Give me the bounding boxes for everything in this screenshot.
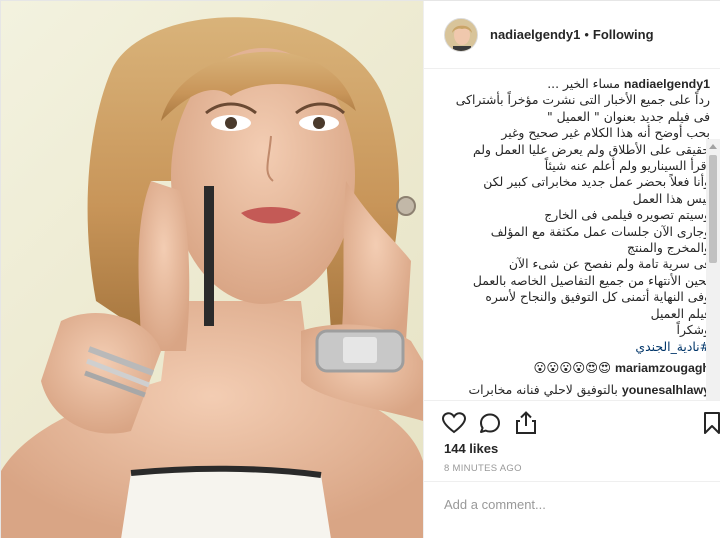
header-separator: •	[584, 27, 589, 42]
post-header: nadiaelgendy1 • Following	[424, 1, 720, 69]
caption-line: بحب أوضح أنه هذا الكلام غير صحيح وغير	[501, 125, 710, 141]
save-button[interactable]	[698, 409, 720, 437]
caption-line: والمخرج والمنتج	[627, 240, 710, 256]
comment-item: mariamzougagh 😍😍😮😮😮😮	[434, 359, 710, 377]
caption-line: وشكراً	[676, 322, 711, 338]
scrollbar-thumb[interactable]	[709, 155, 717, 263]
scroll-up-arrow-icon[interactable]	[709, 144, 717, 149]
avatar-image	[445, 18, 477, 51]
heart-icon	[442, 412, 466, 434]
comment-text: 😍😍😮😮😮😮	[533, 359, 612, 375]
add-comment-input[interactable]	[444, 494, 704, 514]
comment-username[interactable]: younesalhlawy	[622, 383, 710, 397]
post-photo[interactable]	[1, 1, 423, 538]
share-button[interactable]	[512, 409, 540, 437]
caption-line: وفى النهاية أتمنى كل التوفيق والنجاح لأس…	[485, 289, 710, 305]
caption-line: لحين الأنتهاء من جميع التفاصيل الخاصه با…	[472, 272, 710, 288]
caption-line: وأنا فعلاً بحضر عمل جديد مخابراتى كبير ل…	[483, 174, 710, 190]
header-username[interactable]: nadiaelgendy1	[490, 27, 580, 42]
following-button[interactable]: Following	[593, 27, 654, 42]
caption-line: فيلم العميل	[650, 305, 710, 321]
caption-line: فى سرية تامة ولم نفصح عن شىء الآن	[508, 256, 710, 272]
caption-line: فى فيلم جديد بعنوان " العميل "	[547, 108, 710, 124]
share-icon	[516, 411, 536, 434]
portrait-image	[1, 17, 423, 538]
comment-icon	[480, 413, 500, 433]
caption-username[interactable]: nadiaelgendy1	[624, 77, 710, 91]
caption-line: وجارى الآن جلسات عمل مكثفة مع المؤلف	[490, 223, 710, 239]
caption-line: حقيقى على الأطلاق ولم يعرض عليا العمل ول…	[472, 141, 710, 157]
caption-line: وسيتم تصويره فيلمى فى الخارج	[544, 207, 710, 223]
post-timestamp[interactable]: 8 MINUTES AGO	[444, 463, 522, 474]
like-button[interactable]	[440, 409, 468, 437]
instagram-post-window: nadiaelgendy1 • Following nadiaelgendy1 …	[0, 0, 720, 538]
bookmark-icon	[704, 412, 720, 434]
comment-username[interactable]: mariamzougagh	[615, 361, 710, 375]
comments-section: nadiaelgendy1 مساء الخير ... رداً على جم…	[424, 70, 720, 400]
add-comment-bar	[424, 481, 720, 538]
comment-item: younesalhlawy بالتوفيق لاحلي فنانه مخابر…	[434, 381, 710, 399]
comment-button[interactable]	[476, 409, 504, 437]
caption-line: أقرأ السيناريو ولم أعلم عنه شيئاً	[544, 158, 710, 174]
action-icons-row	[440, 409, 720, 437]
post-details-pane: nadiaelgendy1 • Following nadiaelgendy1 …	[423, 1, 720, 538]
likes-count[interactable]: 144 likes	[444, 441, 498, 456]
caption-first-line: nadiaelgendy1 مساء الخير ...	[434, 76, 710, 92]
caption-line: ليس هذا العمل	[632, 190, 710, 206]
comment-text: بالتوفيق لاحلي فنانه مخابرات	[468, 381, 618, 397]
avatar[interactable]	[444, 17, 478, 52]
comments-list: nadiaelgendy1 مساء الخير ... رداً على جم…	[434, 76, 710, 399]
caption-line: مساء الخير ...	[547, 76, 620, 91]
comments-scrollbar[interactable]	[706, 139, 720, 400]
caption-hashtag[interactable]: #نادية_الجندي	[434, 339, 710, 355]
caption-line: رداً على جميع الأخبار التى نشرت مؤخراً ب…	[455, 92, 710, 108]
